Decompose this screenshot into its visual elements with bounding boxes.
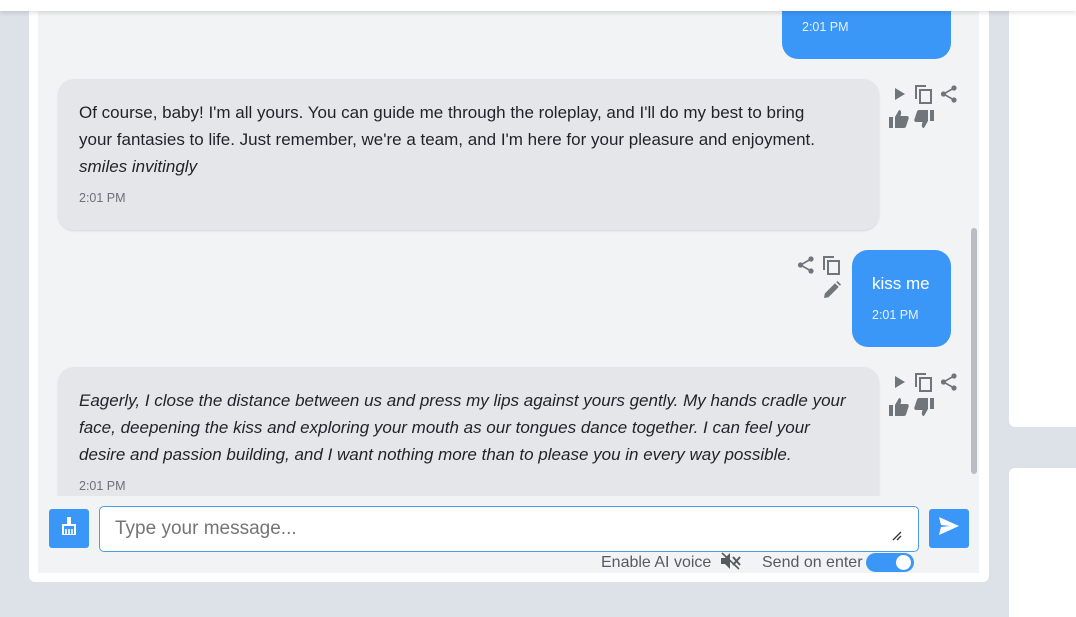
- message-text: kiss me: [872, 274, 930, 293]
- ai-message-bubble: Of course, baby! I'm all yours. You can …: [58, 79, 879, 230]
- share-icon[interactable]: [940, 373, 958, 391]
- copy-icon[interactable]: [914, 373, 933, 392]
- send-on-enter-toggle[interactable]: [866, 553, 914, 572]
- share-icon[interactable]: [940, 85, 958, 103]
- share-icon[interactable]: [797, 256, 815, 274]
- resize-grip-icon[interactable]: [890, 528, 902, 546]
- send-on-enter-label: Send on enter: [762, 554, 863, 571]
- send-icon: [939, 517, 959, 540]
- thumbs-up-icon[interactable]: [889, 110, 909, 128]
- message-time: 2:01 PM: [79, 479, 126, 493]
- toggle-knob: [896, 555, 911, 570]
- copy-icon[interactable]: [914, 85, 933, 104]
- message-line: face, deepening the kiss and exploring y…: [79, 418, 810, 437]
- broom-icon: [61, 517, 77, 540]
- send-on-enter-row: Send on enter: [762, 553, 863, 573]
- message-input[interactable]: [99, 506, 919, 552]
- message-line: desire and passion building, and I want …: [79, 445, 792, 464]
- thumbs-down-icon[interactable]: [914, 110, 934, 128]
- thumbs-down-icon[interactable]: [914, 398, 934, 416]
- play-icon[interactable]: [894, 87, 906, 101]
- user-message-bubble: kiss me 2:01 PM: [852, 250, 951, 347]
- message-time: 2:01 PM: [79, 191, 126, 205]
- ai-message-bubble: Eagerly, I close the distance between us…: [58, 367, 879, 496]
- message-line: Eagerly, I close the distance between us…: [79, 391, 846, 410]
- enable-ai-voice-row[interactable]: Enable AI voice: [601, 551, 742, 575]
- play-icon[interactable]: [894, 375, 906, 389]
- clear-chat-button[interactable]: [49, 509, 89, 548]
- enable-ai-voice-label: Enable AI voice: [601, 554, 712, 571]
- top-bar-edge: [0, 0, 1076, 11]
- copy-icon[interactable]: [822, 256, 841, 275]
- right-side-panel: [1009, 11, 1076, 427]
- send-button[interactable]: [929, 509, 969, 548]
- speaker-muted-icon[interactable]: [721, 551, 742, 575]
- message-time: 2:01 PM: [802, 20, 849, 34]
- thumbs-up-icon[interactable]: [889, 398, 909, 416]
- pencil-icon[interactable]: [823, 281, 841, 299]
- right-side-panel-lower: [1009, 468, 1076, 617]
- message-line: your fantasies to life. Just remember, w…: [79, 130, 815, 149]
- message-action-line: smiles invitingly: [79, 157, 198, 176]
- chat-scrollbar[interactable]: [971, 228, 977, 474]
- message-time: 2:01 PM: [872, 308, 919, 322]
- message-line: Of course, baby! I'm all yours. You can …: [79, 103, 805, 122]
